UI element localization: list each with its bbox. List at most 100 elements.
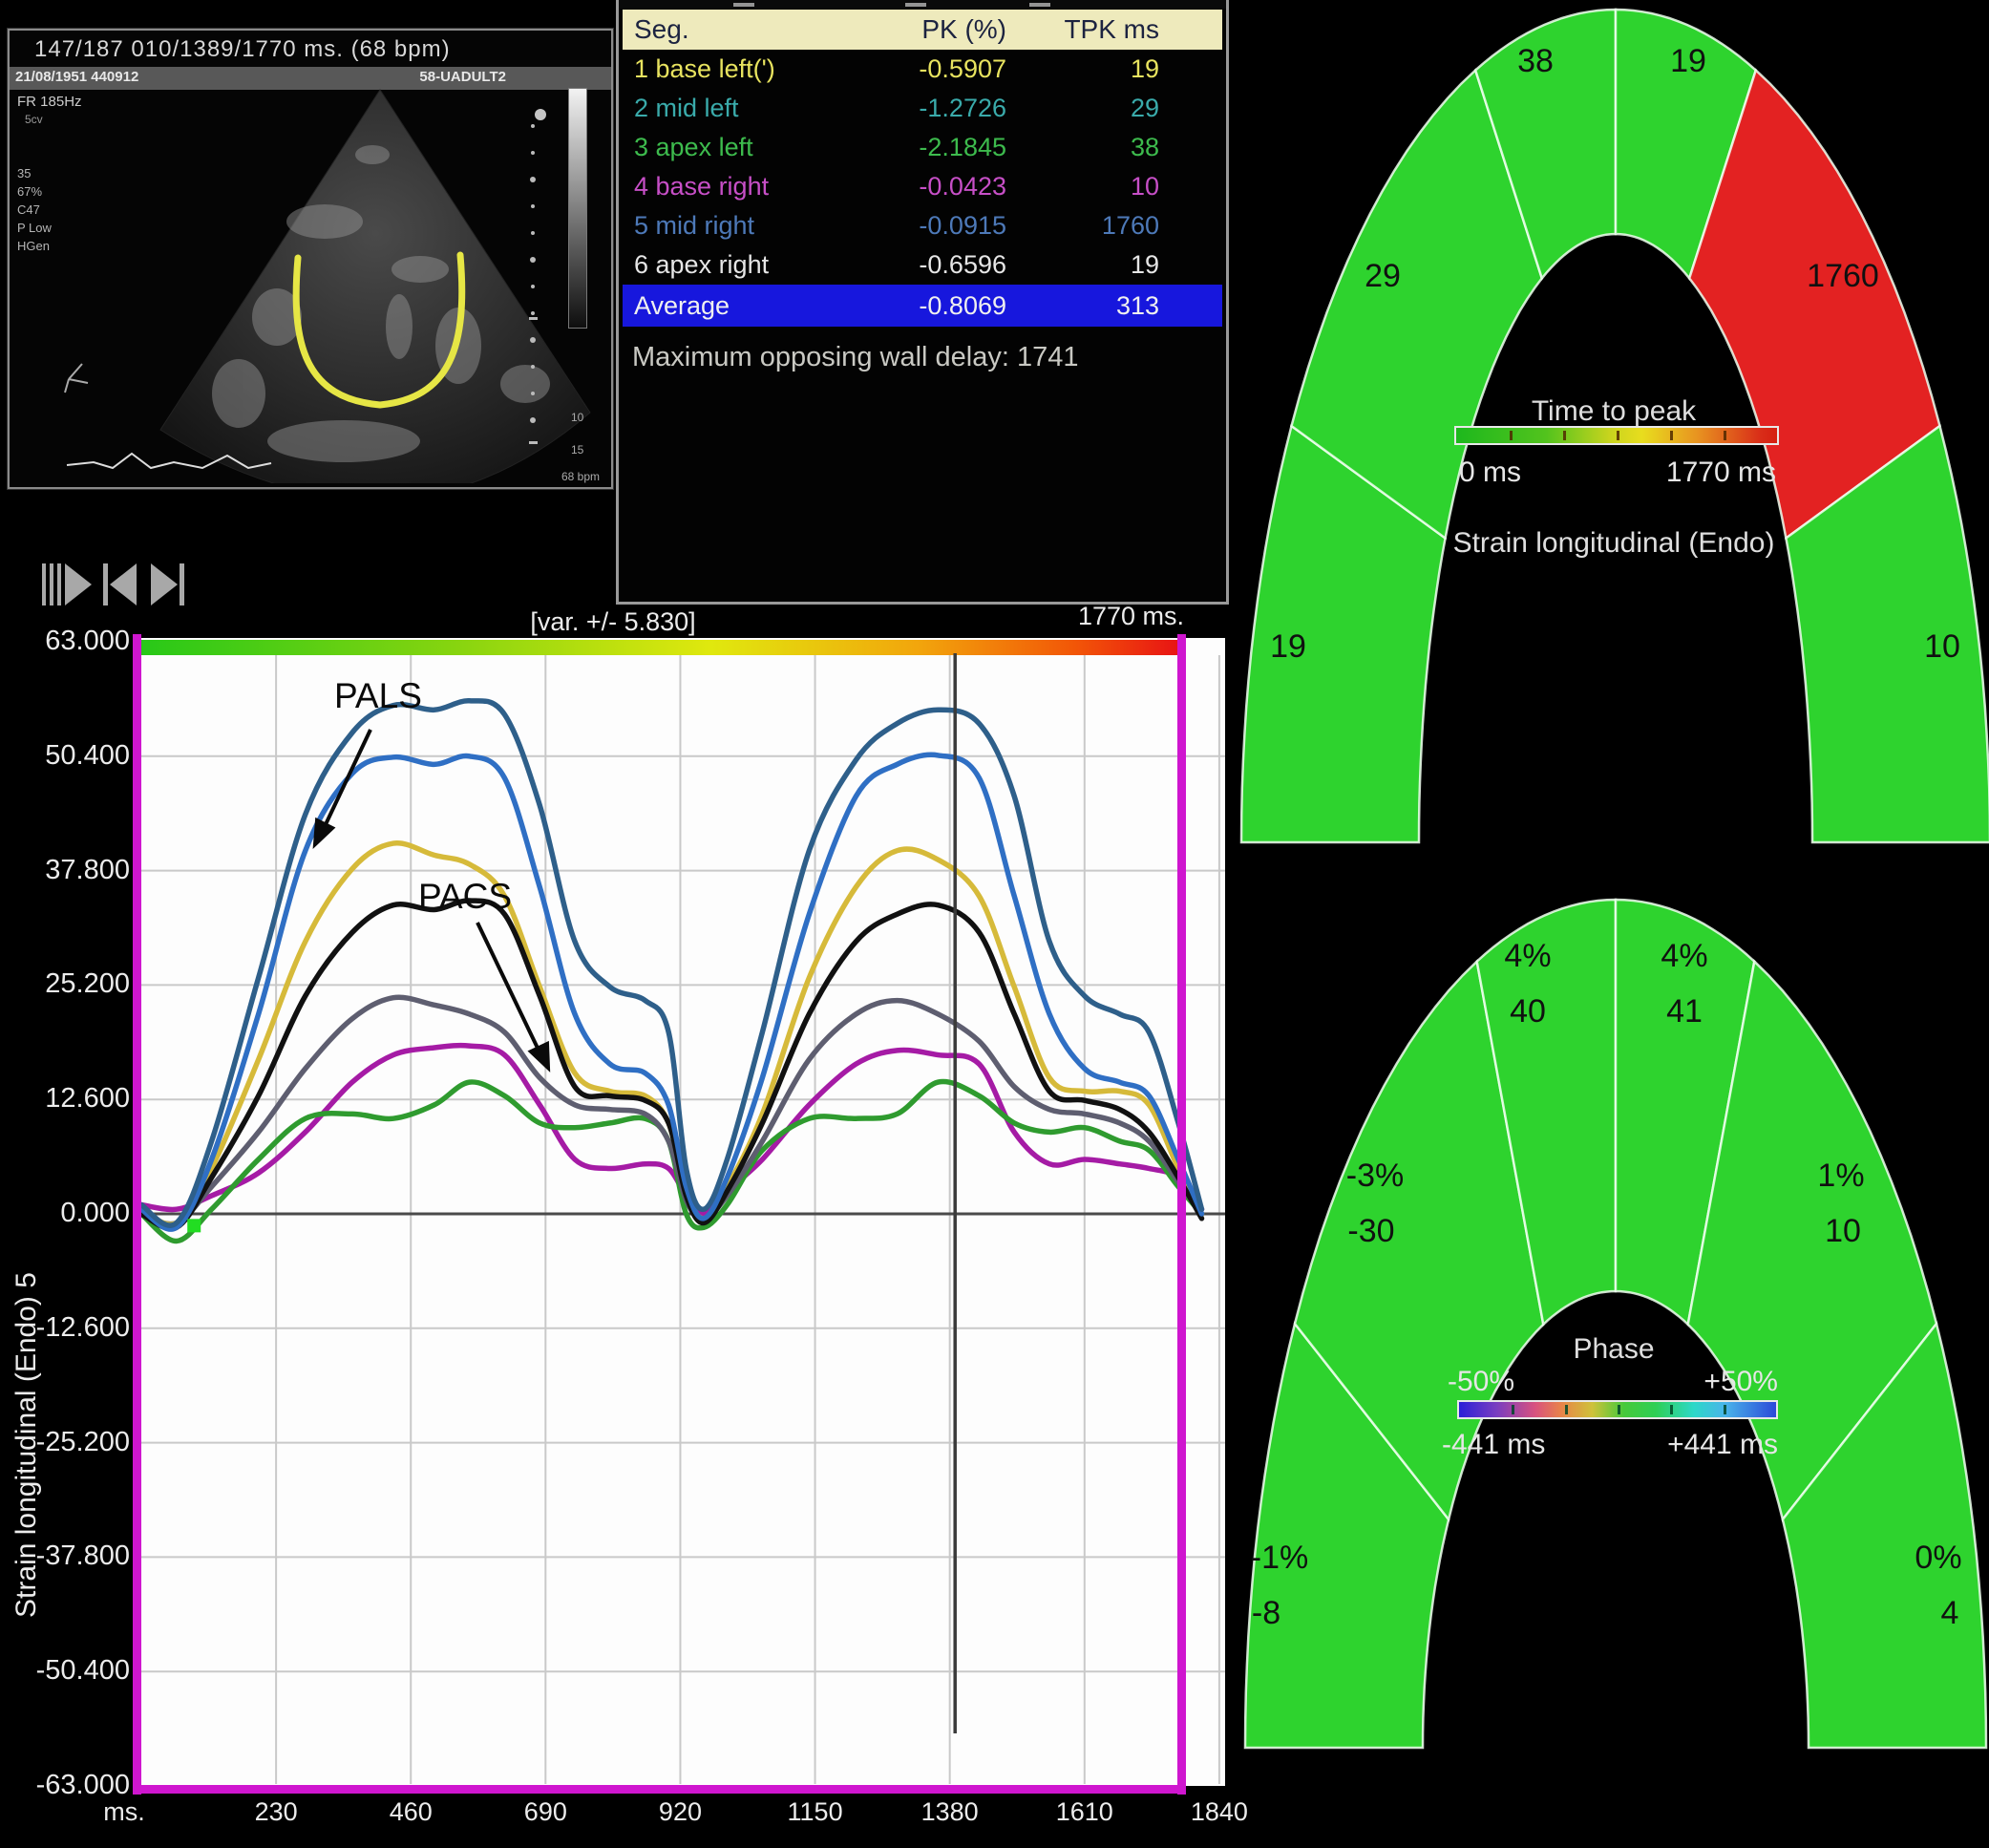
x-tick-label: 1380 <box>893 1797 1007 1827</box>
cell-pk: -2.1845 <box>901 133 1006 162</box>
scale-tick <box>1724 1405 1726 1414</box>
cell-pk: -0.0915 <box>901 211 1006 241</box>
table-row-segment-6[interactable]: 6 apex right -0.6596 19 <box>623 245 1222 285</box>
play-button[interactable] <box>42 563 92 605</box>
column-header-pk: PK (%) <box>901 14 1006 45</box>
y-tick-label: -25.200 <box>6 1427 130 1458</box>
phase-ms-max: +441 ms <box>1604 1429 1778 1461</box>
scale-tick <box>1565 1405 1568 1414</box>
phase-label-mid-right: 10 <box>1825 1213 1861 1249</box>
table-row-segment-2[interactable]: 2 mid left -1.2726 29 <box>623 89 1222 128</box>
phase-label-base-left: -1% <box>1251 1540 1308 1576</box>
x-axis-unit: ms. <box>67 1797 181 1827</box>
ttp-legend-subtitle: Strain longitudinal (Endo) <box>1394 527 1833 560</box>
y-tick-label: 50.400 <box>6 740 130 772</box>
x-tick-label: 690 <box>488 1797 603 1827</box>
ttp-color-scale <box>1454 426 1779 445</box>
phase-color-scale <box>1457 1400 1778 1419</box>
column-header-seg: Seg. <box>623 14 901 45</box>
skip-to-end-button[interactable] <box>151 563 184 605</box>
x-tick-label: 230 <box>219 1797 333 1827</box>
pacs-arrow <box>477 923 544 1062</box>
cell-pk: -0.5907 <box>901 54 1006 84</box>
cell-seg: 4 base right <box>623 172 901 202</box>
roi-border-right[interactable] <box>1177 634 1186 1795</box>
cell-seg: 2 mid left <box>623 94 901 123</box>
y-tick-label: -50.400 <box>6 1655 130 1687</box>
pals-arrow <box>319 730 370 839</box>
cell-tpk: 1760 <box>1006 211 1159 241</box>
cycle-length-label: 1770 ms. <box>993 602 1184 631</box>
bullseye-maps: 19293819176010-1%-8-3%-304%404%411%100%4 <box>1232 0 1989 1848</box>
bright-echo-dot <box>535 109 546 120</box>
ttp-label-apex-right: 19 <box>1670 43 1706 79</box>
cell-pk: -0.0423 <box>901 172 1006 202</box>
cell-tpk: 19 <box>1006 250 1159 280</box>
cell-pk: -0.8069 <box>901 291 1006 321</box>
y-tick-label: -37.800 <box>6 1540 130 1572</box>
variance-label: [var. +/- 5.830] <box>455 607 771 637</box>
cell-seg: 6 apex right <box>623 250 901 280</box>
cell-seg: 3 apex left <box>623 133 901 162</box>
phase-ms-min: -441 ms <box>1442 1429 1545 1461</box>
phase-pct-min: -50% <box>1448 1366 1514 1398</box>
scale-tick <box>1512 1405 1514 1414</box>
max-opposing-wall-delay: Maximum opposing wall delay: 1741 <box>632 342 1078 373</box>
x-tick-label: 1150 <box>758 1797 873 1827</box>
scale-tick <box>1617 431 1619 440</box>
pals-annotation: PALS <box>334 676 422 716</box>
cell-tpk: 19 <box>1006 54 1159 84</box>
cell-seg: Average <box>623 291 901 321</box>
y-tick-label: 37.800 <box>6 855 130 886</box>
x-tick-label: 1610 <box>1027 1797 1142 1827</box>
table-header-row: Seg. PK (%) TPK ms <box>623 10 1222 50</box>
ttp-scale-max: 1770 ms <box>1595 457 1776 489</box>
caliper-icon <box>65 364 88 393</box>
ttp-scale-min: 0 ms <box>1459 457 1521 489</box>
phase-label-mid-right: 1% <box>1817 1158 1864 1194</box>
echo-sector-image <box>10 59 607 483</box>
y-tick-label: 12.600 <box>6 1083 130 1115</box>
table-row-average[interactable]: Average -0.8069 313 <box>623 285 1222 327</box>
table-row-segment-1[interactable]: 1 base left(') -0.5907 19 <box>623 50 1222 89</box>
x-tick-label: 460 <box>353 1797 468 1827</box>
table-row-segment-4[interactable]: 4 base right -0.0423 10 <box>623 167 1222 206</box>
skip-to-start-button[interactable] <box>103 563 137 605</box>
phase-label-base-left: -8 <box>1252 1595 1280 1631</box>
ttp-label-mid-right: 1760 <box>1807 258 1879 294</box>
grayscale-bar <box>568 88 587 329</box>
scale-tick <box>1510 431 1513 440</box>
y-tick-label: 0.000 <box>6 1198 130 1229</box>
table-row-segment-5[interactable]: 5 mid right -0.0915 1760 <box>623 206 1222 245</box>
ttp-label-base-left: 19 <box>1270 628 1306 665</box>
scale-tick <box>1670 431 1673 440</box>
cell-tpk: 313 <box>1006 291 1159 321</box>
phase-label-base-right: 4 <box>1941 1595 1959 1631</box>
phase-label-mid-left: -30 <box>1347 1213 1394 1249</box>
cell-tpk: 10 <box>1006 172 1159 202</box>
y-tick-label: 63.000 <box>6 626 130 657</box>
table-row-segment-3[interactable]: 3 apex left -2.1845 38 <box>623 128 1222 167</box>
echo-strain-analysis-screen: { "ultrasound": { "frame_counter": "147/… <box>0 0 1989 1848</box>
cell-seg: 5 mid right <box>623 211 901 241</box>
ttp-label-apex-left: 38 <box>1517 43 1554 79</box>
scale-tick <box>1670 1405 1673 1414</box>
y-tick-label: -12.600 <box>6 1312 130 1344</box>
ultrasound-image-pane: 147/187 010/1389/1770 ms. (68 bpm) 21/08… <box>8 29 613 489</box>
ttp-label-base-right: 10 <box>1924 628 1960 665</box>
scale-tick <box>1724 431 1726 440</box>
depth-label-10: 10 <box>571 411 583 424</box>
phase-pct-max: +50% <box>1623 1366 1778 1398</box>
x-tick-label: 920 <box>623 1797 737 1827</box>
depth-label-15: 15 <box>571 443 583 457</box>
table-body: 1 base left(') -0.5907 192 mid left -1.2… <box>623 50 1222 327</box>
phase-label-apex-left: 40 <box>1510 993 1546 1030</box>
column-header-tpk: TPK ms <box>1006 14 1159 45</box>
pacs-annotation: PACS <box>418 877 512 917</box>
cell-pk: -0.6596 <box>901 250 1006 280</box>
scale-tick <box>1618 1405 1620 1414</box>
cell-tpk: 29 <box>1006 94 1159 123</box>
cell-tpk: 38 <box>1006 133 1159 162</box>
strain-curve-plot <box>141 638 1225 1786</box>
phase-label-mid-left: -3% <box>1346 1158 1404 1194</box>
